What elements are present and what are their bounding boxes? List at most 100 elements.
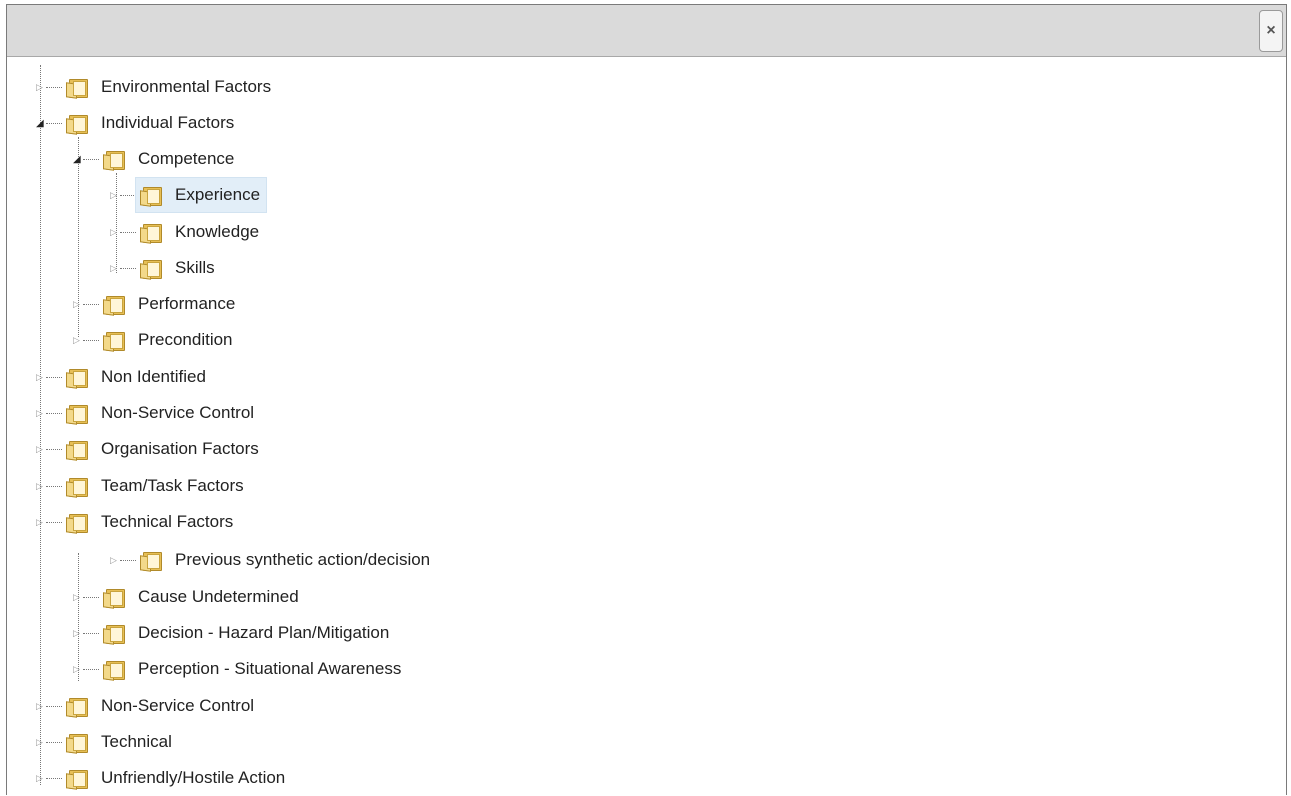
folder-icon [103, 149, 125, 171]
tree-node-label[interactable]: Cause Undetermined [134, 584, 303, 610]
expand-arrow-icon[interactable]: ▷ [36, 406, 46, 420]
tree-node-content[interactable]: Organisation Factors [61, 431, 266, 467]
tree-node[interactable]: ▷ Previous synthetic action/decision [110, 542, 437, 578]
tree-node-content[interactable]: Unfriendly/Hostile Action [61, 760, 292, 796]
tree-node[interactable]: ◢ Individual Factors [36, 105, 241, 141]
tree-node[interactable]: ▷ Skills [110, 250, 222, 286]
tree-node[interactable]: ▷ Precondition [73, 322, 240, 358]
tree-node[interactable]: ▷ Decision - Hazard Plan/Mitigation [73, 615, 396, 651]
tree-node[interactable]: ▷ Performance [73, 286, 242, 322]
tree-node-content[interactable]: Cause Undetermined [98, 579, 306, 615]
tree-node[interactable]: ▷ Non-Service Control [36, 688, 261, 724]
tree-node-content[interactable]: Precondition [98, 322, 240, 358]
tree-node[interactable]: ▷ Unfriendly/Hostile Action [36, 760, 292, 796]
tree-node-label[interactable]: Knowledge [171, 219, 263, 245]
tree-node-label[interactable]: Technical Factors [97, 509, 237, 535]
tree-node-label[interactable]: Skills [171, 255, 219, 281]
folder-icon [103, 330, 125, 352]
tree-node-content[interactable]: Non Identified [61, 359, 213, 395]
folder-icon [66, 439, 88, 461]
tree-dialog: × ▷ Environmental Factors ◢ Individual Fact… [6, 4, 1287, 795]
tree-node-content[interactable]: Skills [135, 250, 222, 286]
expand-arrow-icon[interactable]: ▷ [36, 442, 46, 456]
expand-arrow-icon[interactable]: ▷ [73, 626, 83, 640]
tree-node-label[interactable]: Team/Task Factors [97, 473, 248, 499]
tree-node-label[interactable]: Decision - Hazard Plan/Mitigation [134, 620, 393, 646]
tree-node[interactable]: ▷ Organisation Factors [36, 431, 266, 467]
tree-node[interactable]: ▷ Cause Undetermined [73, 579, 306, 615]
tree-node-content[interactable]: Performance [98, 286, 242, 322]
tree-node[interactable]: ▷ Non Identified [36, 359, 213, 395]
tree-node[interactable]: ▷ Environmental Factors [36, 69, 278, 105]
tree-node-content[interactable]: Technical [61, 724, 179, 760]
tree-node-content[interactable]: Technical Factors [61, 504, 240, 540]
folder-icon [66, 367, 88, 389]
tree-node-label[interactable]: Unfriendly/Hostile Action [97, 765, 289, 791]
expand-arrow-icon[interactable]: ▷ [36, 735, 46, 749]
expand-arrow-icon[interactable]: ▷ [36, 771, 46, 785]
tree-node-content[interactable]: Competence [98, 141, 241, 177]
tree-node-content[interactable]: Decision - Hazard Plan/Mitigation [98, 615, 396, 651]
folder-icon [66, 696, 88, 718]
tree-node-label[interactable]: Precondition [134, 327, 237, 353]
expand-arrow-icon[interactable]: ▷ [73, 590, 83, 604]
tree-node-content[interactable]: Experience [135, 177, 268, 213]
tree-branch-line [46, 412, 62, 414]
tree-branch-line [83, 158, 99, 160]
expand-arrow-icon[interactable]: ▷ [73, 297, 83, 311]
tree-node-label[interactable]: Non-Service Control [97, 400, 258, 426]
tree-branch-line [83, 596, 99, 598]
tree-branch-line [46, 521, 62, 523]
tree-node-content[interactable]: Perception - Situational Awareness [98, 651, 408, 687]
tree-node-label[interactable]: Environmental Factors [97, 74, 275, 100]
tree-node[interactable]: ▷ Team/Task Factors [36, 468, 251, 504]
tree-node-label[interactable]: Experience [171, 182, 264, 208]
tree-node-content[interactable]: Knowledge [135, 214, 266, 250]
tree-node-label[interactable]: Individual Factors [97, 110, 238, 136]
tree-node-label[interactable]: Organisation Factors [97, 436, 263, 462]
expand-arrow-icon[interactable]: ▷ [36, 370, 46, 384]
tree-node-label[interactable]: Performance [134, 291, 239, 317]
tree-node-label[interactable]: Non-Service Control [97, 693, 258, 719]
expand-arrow-icon[interactable]: ▷ [36, 479, 46, 493]
tree-node-label[interactable]: Technical [97, 729, 176, 755]
expand-arrow-icon[interactable]: ▷ [36, 699, 46, 713]
close-button[interactable]: × [1259, 10, 1283, 52]
tree-node[interactable]: ▷ Technical Factors [36, 504, 240, 540]
expand-arrow-icon[interactable]: ▷ [73, 333, 83, 347]
tree-node[interactable]: ▷ Technical [36, 724, 179, 760]
tree-node-content[interactable]: Environmental Factors [61, 69, 278, 105]
expand-arrow-icon[interactable]: ▷ [36, 80, 46, 94]
tree-node[interactable]: ▷ Perception - Situational Awareness [73, 651, 408, 687]
tree-branch-line [46, 448, 62, 450]
tree-branch-line [83, 632, 99, 634]
tree-node[interactable]: ▷ Experience [110, 177, 268, 213]
tree-node[interactable]: ▷ Non-Service Control [36, 395, 261, 431]
folder-icon [66, 77, 88, 99]
tree-node-content[interactable]: Team/Task Factors [61, 468, 251, 504]
tree-node-label[interactable]: Previous synthetic action/decision [171, 547, 434, 573]
tree-node-content[interactable]: Individual Factors [61, 105, 241, 141]
folder-icon [103, 587, 125, 609]
tree-node-label[interactable]: Competence [134, 146, 238, 172]
expand-arrow-icon[interactable]: ▷ [110, 261, 120, 275]
expand-arrow-icon[interactable]: ▷ [110, 225, 120, 239]
tree-node[interactable]: ▷ Knowledge [110, 214, 266, 250]
tree-branch-line [46, 122, 62, 124]
expand-arrow-icon[interactable]: ▷ [36, 515, 46, 529]
tree-branch-line [83, 668, 99, 670]
tree-node-content[interactable]: Non-Service Control [61, 688, 261, 724]
expand-arrow-icon[interactable]: ▷ [73, 662, 83, 676]
tree-node-content[interactable]: Non-Service Control [61, 395, 261, 431]
folder-icon [140, 222, 162, 244]
tree-node-content[interactable]: Previous synthetic action/decision [135, 542, 437, 578]
tree-node-label[interactable]: Perception - Situational Awareness [134, 656, 405, 682]
expand-arrow-icon[interactable]: ▷ [110, 553, 120, 567]
tree-node[interactable]: ◢ Competence [73, 141, 241, 177]
tree-branch-line [46, 485, 62, 487]
collapse-arrow-icon[interactable]: ◢ [36, 116, 46, 130]
expand-arrow-icon[interactable]: ▷ [110, 188, 120, 202]
folder-icon [66, 768, 88, 790]
tree-node-label[interactable]: Non Identified [97, 364, 210, 390]
collapse-arrow-icon[interactable]: ◢ [73, 152, 83, 166]
